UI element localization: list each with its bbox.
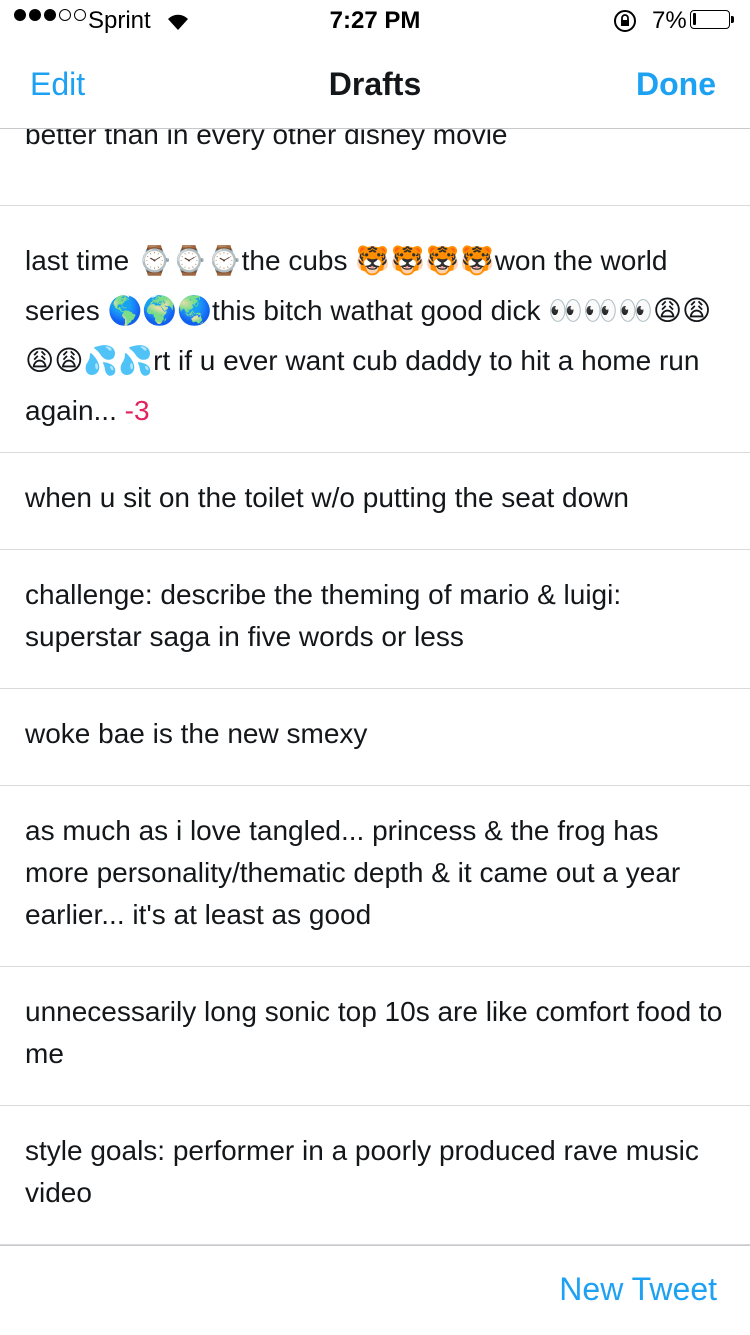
draft-text: unnecessarily long sonic top 10s are lik… [25, 996, 723, 1069]
battery-percent: 7% [652, 7, 687, 34]
draft-row[interactable]: unnecessarily long sonic top 10s are lik… [0, 967, 750, 1106]
draft-row[interactable]: when u sit on the toilet w/o putting the… [0, 453, 750, 550]
done-button[interactable]: Done [636, 66, 716, 103]
character-count: -3 [124, 395, 150, 426]
draft-text: when u sit on the toilet w/o putting the… [25, 482, 629, 513]
draft-row[interactable]: woke bae is the new smexy [0, 689, 750, 786]
draft-row[interactable]: better than in every other disney movie [0, 129, 750, 206]
draft-text: better than in every other disney movie [25, 129, 508, 150]
draft-text: challenge: describe the theming of mario… [25, 579, 622, 652]
draft-text: woke bae is the new smexy [25, 718, 368, 749]
draft-row[interactable]: as much as i love tangled... princess & … [0, 786, 750, 967]
draft-row[interactable]: style goals: performer in a poorly produ… [0, 1106, 750, 1245]
drafts-list: better than in every other disney movie … [0, 129, 750, 1245]
draft-text: style goals: performer in a poorly produ… [25, 1135, 699, 1208]
draft-row[interactable]: challenge: describe the theming of mario… [0, 550, 750, 689]
rotation-lock-icon [612, 8, 638, 41]
battery-tip [731, 16, 734, 23]
draft-text-container: last time ⌚⌚⌚the cubs 🐯🐯🐯🐯won the world … [25, 236, 730, 436]
draft-text: as much as i love tangled... princess & … [25, 815, 681, 930]
edit-button[interactable]: Edit [30, 66, 85, 103]
status-bar: Sprint 7:27 PM 7% [0, 0, 750, 40]
nav-bar: Edit Drafts Done [0, 40, 750, 129]
bottom-bar: New Tweet [0, 1245, 750, 1335]
draft-row[interactable]: last time ⌚⌚⌚the cubs 🐯🐯🐯🐯won the world … [0, 206, 750, 453]
new-tweet-button[interactable]: New Tweet [559, 1271, 717, 1308]
battery-icon [690, 10, 730, 29]
